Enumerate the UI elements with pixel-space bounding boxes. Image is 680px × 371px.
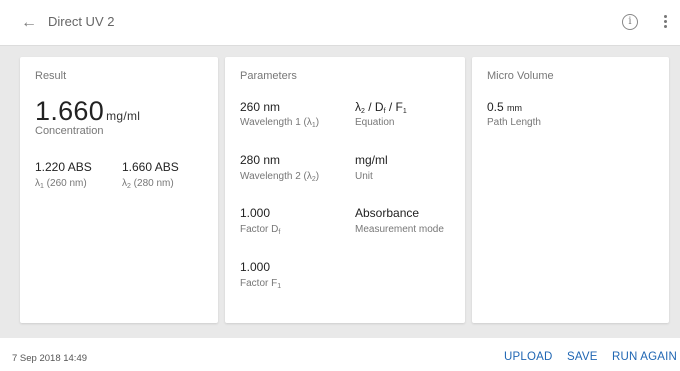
abs2-label: λ2 (280 nm) (122, 178, 174, 190)
wavelength2-label-suffix: ) (315, 171, 320, 182)
timestamp: 7 Sep 2018 14:49 (12, 353, 88, 364)
measurement-mode-value: Absorbance (355, 206, 420, 220)
concentration-label: Concentration (35, 125, 104, 137)
factor-f-label: Factor F1 (240, 278, 281, 290)
result-card: Result 1.660 mg/ml Concentration 1.220 AB… (20, 57, 218, 323)
factor-d-label-prefix: Factor D (240, 224, 279, 235)
abs1-value: 1.220 ABS (35, 160, 92, 174)
micro-volume-card: Micro Volume 0.5 mm Path Length (472, 57, 669, 323)
page-title: Direct UV 2 (48, 14, 115, 29)
unit-value: mg/ml (355, 153, 388, 167)
equation-part-c: / F (385, 100, 403, 114)
parameters-card: Parameters 260 nm Wavelength 1 (λ1) λ2 /… (225, 57, 465, 323)
equation-value: λ2 / Df / F1 (355, 100, 407, 115)
path-length-value: 0.5 mm (487, 100, 522, 114)
factor-f-label-sub: 1 (277, 283, 282, 290)
save-button[interactable]: SAVE (567, 351, 598, 363)
result-heading: Result (35, 70, 67, 82)
concentration-unit: mg/ml (106, 109, 141, 123)
wavelength2-label: Wavelength 2 (λ2) (240, 171, 319, 183)
wavelength1-label-suffix: ) (315, 117, 320, 128)
top-app-bar: ← Direct UV 2 i (0, 0, 680, 46)
abs1-label-suffix: (260 nm) (43, 178, 87, 189)
back-arrow-icon[interactable]: ← (20, 14, 38, 32)
factor-d-label-sub: f (278, 229, 281, 236)
equation-part-c-sub: 1 (402, 108, 407, 115)
factor-f-label-prefix: Factor F (240, 278, 278, 289)
abs2-label-suffix: (280 nm) (130, 178, 174, 189)
abs1-label: λ1 (260 nm) (35, 178, 87, 190)
abs2-value: 1.660 ABS (122, 160, 179, 174)
factor-d-label: Factor Df (240, 224, 280, 236)
unit-label: Unit (355, 171, 373, 182)
wavelength2-label-prefix: Wavelength 2 (λ (240, 171, 312, 182)
path-length-number: 0.5 (487, 100, 504, 114)
upload-button[interactable]: UPLOAD (504, 351, 553, 363)
equation-part-b: / D (364, 100, 384, 114)
micro-volume-heading: Micro Volume (487, 70, 554, 82)
run-again-button[interactable]: RUN AGAIN (612, 351, 677, 363)
factor-d-value: 1.000 (240, 206, 271, 220)
parameters-heading: Parameters (240, 70, 297, 82)
equation-label: Equation (355, 117, 395, 128)
measurement-mode-label: Measurement mode (355, 224, 444, 235)
concentration-number: 1.660 (35, 96, 105, 126)
path-length-unit: mm (507, 103, 523, 113)
wavelength1-value: 260 nm (240, 100, 281, 114)
path-length-label: Path Length (487, 117, 541, 128)
more-vert-icon[interactable] (662, 15, 668, 31)
wavelength1-label-prefix: Wavelength 1 (λ (240, 117, 312, 128)
wavelength1-label: Wavelength 1 (λ1) (240, 117, 319, 129)
info-icon[interactable]: i (622, 14, 638, 30)
wavelength2-value: 280 nm (240, 153, 281, 167)
concentration-value: 1.660 mg/ml (35, 96, 140, 127)
footer-bar: 7 Sep 2018 14:49 UPLOAD SAVE RUN AGAIN (0, 338, 680, 371)
factor-f-value: 1.000 (240, 260, 271, 274)
